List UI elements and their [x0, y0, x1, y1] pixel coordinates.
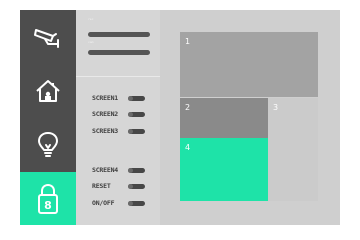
control-label: ON/OFF — [92, 199, 115, 207]
screen-window-3[interactable]: 3 — [268, 98, 318, 201]
screen1-toggle[interactable] — [128, 95, 145, 101]
control-label: SCREEN4 — [92, 166, 118, 174]
control-label: SCREEN2 — [92, 110, 118, 118]
sidebar-item-lock[interactable]: 8 — [20, 172, 76, 225]
input-field-1[interactable] — [88, 32, 150, 37]
window-label: 3 — [273, 103, 279, 112]
control-screen1: SCREEN1 — [92, 93, 152, 103]
control-screen4: SCREEN4 — [92, 165, 152, 175]
input-field-2[interactable] — [88, 50, 150, 55]
layout-preview: 1 2 3 4 — [160, 10, 340, 225]
control-label: SCREEN3 — [92, 127, 118, 135]
control-panel: rec cam SCREEN1 SCREEN2 SCREEN3 SCREEN4 … — [76, 10, 160, 225]
control-screen2: SCREEN2 — [92, 109, 152, 119]
screen-window-2[interactable]: 2 — [180, 98, 268, 138]
field-group: rec cam — [76, 10, 160, 77]
screen-window-4[interactable]: 4 — [180, 138, 268, 201]
control-reset: RESET — [92, 181, 152, 191]
window-label: 1 — [185, 37, 191, 46]
sidebar-item-light[interactable] — [20, 118, 76, 172]
window-label: 2 — [185, 103, 191, 112]
lock-icon: 8 — [38, 183, 58, 214]
control-power: ON/OFF — [92, 198, 152, 208]
sidebar: 8 — [20, 10, 76, 225]
light-bulb-icon — [38, 132, 58, 157]
field-caption: cam — [88, 40, 94, 44]
screen-window-1[interactable]: 1 — [180, 32, 318, 97]
control-screen3: SCREEN3 — [92, 126, 152, 136]
screen2-toggle[interactable] — [128, 111, 145, 117]
power-toggle[interactable] — [128, 200, 145, 206]
control-label: RESET — [92, 182, 111, 190]
cctv-camera-icon — [34, 29, 59, 48]
control-label: SCREEN1 — [92, 94, 118, 102]
device-screen: 8 rec cam SCREEN1 SCREEN2 SCREEN3 SCREEN… — [20, 10, 340, 225]
sidebar-item-camera[interactable] — [20, 10, 76, 64]
screen3-toggle[interactable] — [128, 128, 145, 134]
window-label: 4 — [185, 143, 191, 152]
lock-badge: 8 — [44, 199, 52, 212]
reset-toggle[interactable] — [128, 183, 145, 189]
home-icon — [36, 80, 60, 102]
sidebar-item-home[interactable] — [20, 64, 76, 118]
field-caption: rec — [88, 17, 94, 21]
screen4-toggle[interactable] — [128, 167, 145, 173]
